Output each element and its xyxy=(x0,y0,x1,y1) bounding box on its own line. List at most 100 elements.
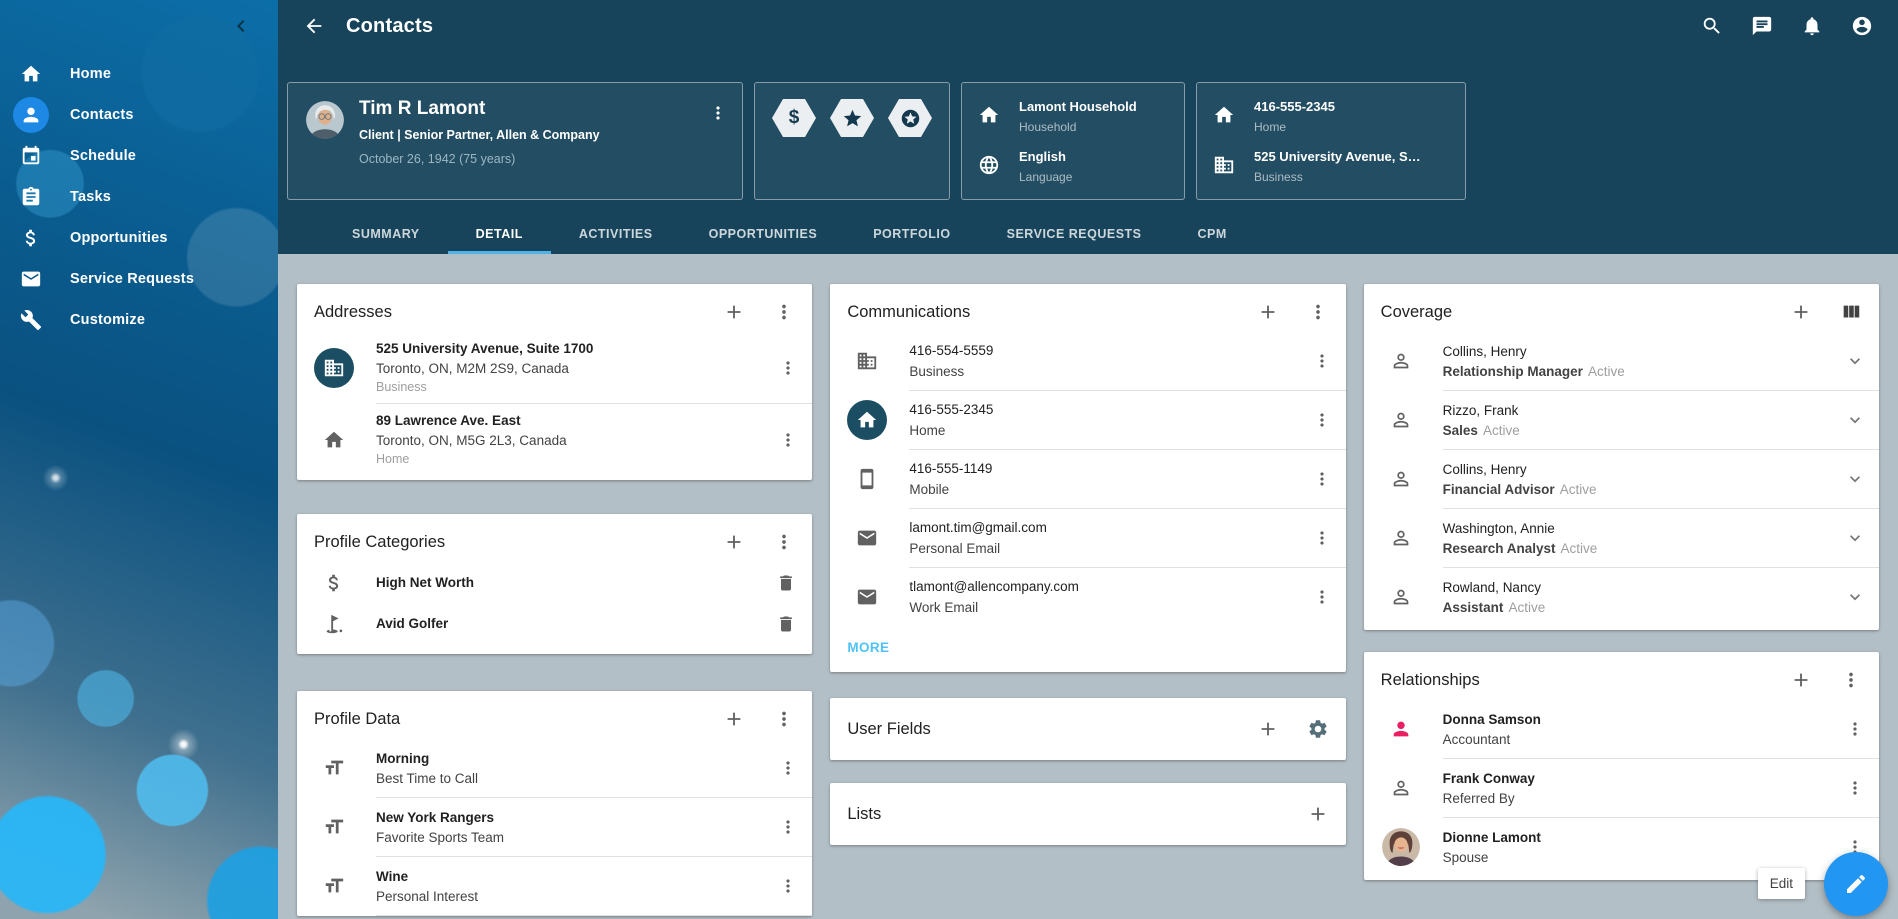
communication-menu-button[interactable] xyxy=(1310,526,1334,550)
relationship-row[interactable]: Frank Conway Referred By xyxy=(1364,759,1879,817)
profile-data-value: New York Rangers xyxy=(376,810,776,825)
address-menu-button[interactable] xyxy=(776,356,800,380)
profile-data-row-menu-button[interactable] xyxy=(776,815,800,839)
profile-data-row[interactable]: Wine Personal Interest xyxy=(297,857,812,915)
sidebar-item-customize[interactable]: Customize xyxy=(0,299,278,340)
contact-subtitle: Client | Senior Partner, Allen & Company xyxy=(359,128,706,142)
relationship-menu-button[interactable] xyxy=(1843,776,1867,800)
relationship-row[interactable]: Donna Samson Accountant xyxy=(1364,700,1879,758)
coverage-view-columns-button[interactable] xyxy=(1839,300,1863,324)
card-title: Profile Data xyxy=(314,710,400,729)
search-button[interactable] xyxy=(1694,8,1730,44)
contact-avatar[interactable] xyxy=(306,101,344,139)
coverage-expand-button[interactable] xyxy=(1843,408,1867,432)
relationship-name: Donna Samson xyxy=(1443,712,1843,727)
primary-address-value: 525 University Avenue, S… xyxy=(1254,149,1421,164)
category-row[interactable]: Avid Golfer xyxy=(297,603,812,644)
communications-more-link[interactable]: MORE xyxy=(847,640,889,655)
tab-portfolio[interactable]: PORTFOLIO xyxy=(845,214,978,254)
primary-phone-row[interactable]: 416-555-2345 Home xyxy=(1213,99,1453,134)
trash-icon xyxy=(776,614,796,634)
add-coverage-button[interactable] xyxy=(1789,300,1813,324)
coverage-row[interactable]: Washington, Annie Research AnalystActive xyxy=(1364,509,1879,567)
delete-category-button[interactable] xyxy=(774,571,798,595)
tab-detail[interactable]: DETAIL xyxy=(448,214,551,254)
profile-data-row-menu-button[interactable] xyxy=(776,756,800,780)
coverage-row[interactable]: Collins, Henry Relationship ManagerActiv… xyxy=(1364,332,1879,390)
communication-label: Home xyxy=(909,423,1309,438)
communication-row[interactable]: 416-555-1149 Mobile xyxy=(830,450,1345,508)
coverage-row[interactable]: Collins, Henry Financial AdvisorActive xyxy=(1364,450,1879,508)
communication-row[interactable]: lamont.tim@gmail.com Personal Email xyxy=(830,509,1345,567)
contact-menu-button[interactable] xyxy=(706,101,730,125)
profile-data-menu-button[interactable] xyxy=(772,707,796,731)
primary-phone-value: 416-555-2345 xyxy=(1254,99,1335,114)
sidebar-item-tasks[interactable]: Tasks xyxy=(0,176,278,217)
star-badge-icon[interactable] xyxy=(830,99,874,137)
edit-fab[interactable] xyxy=(1824,852,1888,916)
coverage-expand-button[interactable] xyxy=(1843,585,1867,609)
communication-row[interactable]: 416-554-5559 Business xyxy=(830,332,1345,390)
address-row[interactable]: 89 Lawrence Ave. East Toronto, ON, M5G 2… xyxy=(297,404,812,480)
communication-menu-button[interactable] xyxy=(1310,467,1334,491)
coverage-expand-button[interactable] xyxy=(1843,349,1867,373)
add-address-button[interactable] xyxy=(722,300,746,324)
language-row[interactable]: English Language xyxy=(978,149,1172,184)
add-relationship-button[interactable] xyxy=(1789,668,1813,692)
star-circle-badge-icon[interactable] xyxy=(888,99,932,137)
primary-address-row[interactable]: 525 University Avenue, S… Business xyxy=(1213,149,1453,184)
add-profile-data-button[interactable] xyxy=(722,707,746,731)
user-fields-settings-button[interactable] xyxy=(1306,717,1330,741)
delete-category-button[interactable] xyxy=(774,612,798,636)
household-row[interactable]: Lamont Household Household xyxy=(978,99,1172,134)
addresses-menu-button[interactable] xyxy=(772,300,796,324)
address-row[interactable]: 525 University Avenue, Suite 1700 Toront… xyxy=(297,332,812,403)
add-category-button[interactable] xyxy=(722,530,746,554)
communication-row[interactable]: tlamont@allencompany.com Work Email xyxy=(830,568,1345,626)
sidebar-collapse-button[interactable] xyxy=(228,13,254,39)
sidebar-item-service-requests[interactable]: Service Requests xyxy=(0,258,278,299)
profile-categories-card: Profile Categories High Net Worth Avi xyxy=(297,514,812,654)
profile-data-card: Profile Data Morning Best Time to Call xyxy=(297,691,812,916)
sidebar-item-schedule[interactable]: Schedule xyxy=(0,135,278,176)
category-row[interactable]: High Net Worth xyxy=(297,562,812,603)
tab-activities[interactable]: ACTIVITIES xyxy=(551,214,681,254)
categories-menu-button[interactable] xyxy=(772,530,796,554)
dollar-badge-icon[interactable]: $ xyxy=(772,99,816,137)
account-button[interactable] xyxy=(1844,8,1880,44)
sidebar-item-contacts[interactable]: Contacts xyxy=(0,94,278,135)
communication-row[interactable]: 416-555-2345 Home xyxy=(830,391,1345,449)
relationships-menu-button[interactable] xyxy=(1839,668,1863,692)
profile-data-row[interactable]: New York Rangers Favorite Sports Team xyxy=(297,798,812,856)
notifications-button[interactable] xyxy=(1794,8,1830,44)
plus-icon xyxy=(1257,718,1279,740)
tab-summary[interactable]: SUMMARY xyxy=(324,214,448,254)
sidebar-item-home[interactable]: Home xyxy=(0,53,278,94)
address-menu-button[interactable] xyxy=(776,428,800,452)
messages-button[interactable] xyxy=(1744,8,1780,44)
communication-menu-button[interactable] xyxy=(1310,585,1334,609)
coverage-row[interactable]: Rowland, Nancy AssistantActive xyxy=(1364,568,1879,630)
profile-data-row-menu-button[interactable] xyxy=(776,874,800,898)
add-user-field-button[interactable] xyxy=(1256,717,1280,741)
profile-data-row[interactable]: Morning Best Time to Call xyxy=(297,739,812,797)
plus-icon xyxy=(1257,301,1279,323)
add-communication-button[interactable] xyxy=(1256,300,1280,324)
coverage-row[interactable]: Rizzo, Frank SalesActive xyxy=(1364,391,1879,449)
coverage-expand-button[interactable] xyxy=(1843,526,1867,550)
communication-menu-button[interactable] xyxy=(1310,349,1334,373)
detail-content: Addresses 525 University Avenue, Suite 1… xyxy=(278,254,1898,919)
coverage-expand-button[interactable] xyxy=(1843,467,1867,491)
tab-opportunities[interactable]: OPPORTUNITIES xyxy=(681,214,846,254)
relationship-menu-button[interactable] xyxy=(1843,717,1867,741)
back-button[interactable] xyxy=(294,6,334,46)
plus-icon xyxy=(723,301,745,323)
sidebar-item-opportunities[interactable]: Opportunities xyxy=(0,217,278,258)
tab-cpm[interactable]: CPM xyxy=(1170,214,1255,254)
communications-menu-button[interactable] xyxy=(1306,300,1330,324)
contact-tabs: SUMMARY DETAIL ACTIVITIES OPPORTUNITIES … xyxy=(278,214,1898,254)
kebab-icon xyxy=(1307,301,1329,323)
communication-menu-button[interactable] xyxy=(1310,408,1334,432)
tab-service-requests[interactable]: SERVICE REQUESTS xyxy=(979,214,1170,254)
add-list-button[interactable] xyxy=(1306,802,1330,826)
